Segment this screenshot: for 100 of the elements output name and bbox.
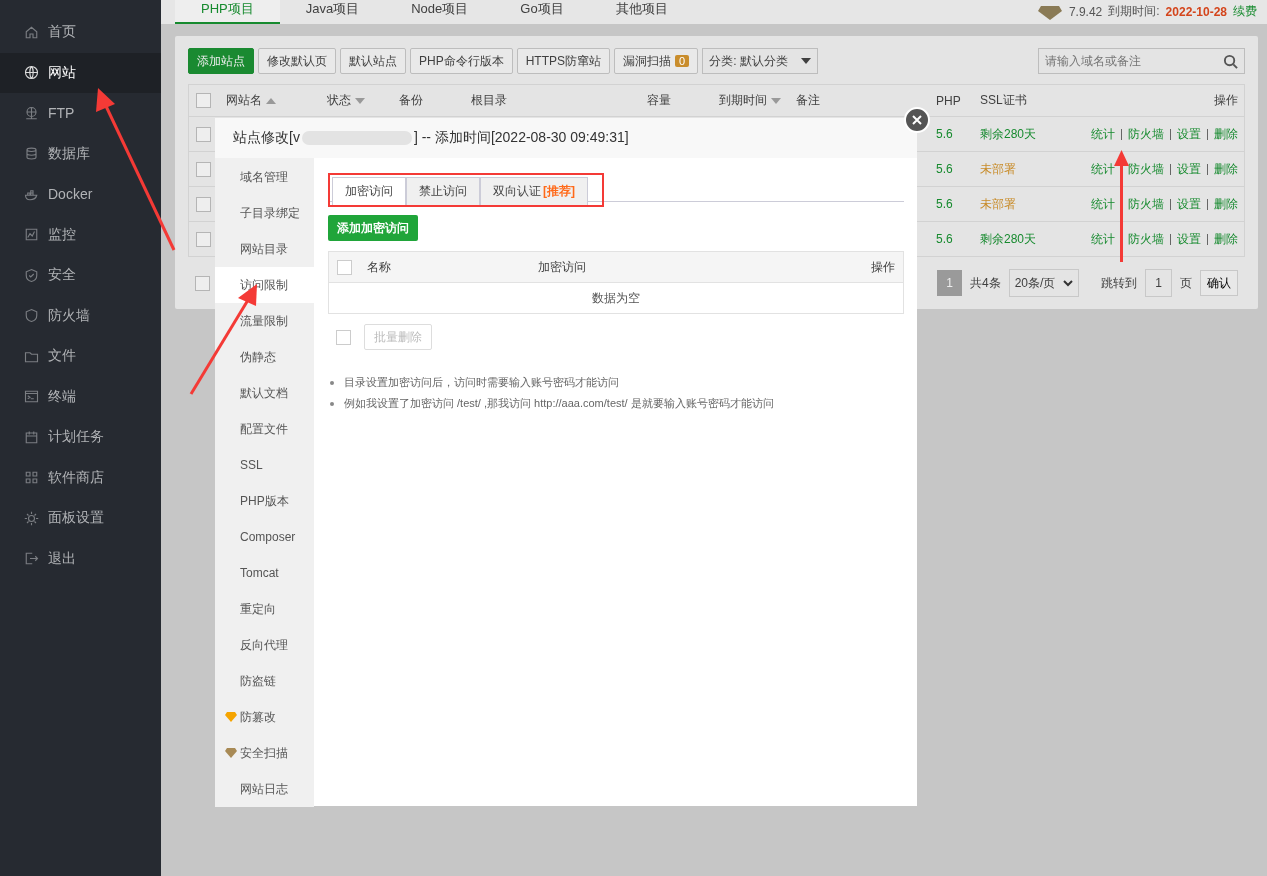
checkbox[interactable] (196, 161, 211, 177)
menu-icon (24, 146, 39, 162)
project-tab[interactable]: 其他项目 (589, 0, 694, 24)
toolbar-button[interactable]: PHP命令行版本 (410, 48, 513, 74)
sidebar-item[interactable]: 防火墙 (0, 295, 161, 336)
action-link[interactable]: 删除 (1214, 125, 1238, 143)
settings-menu-item[interactable]: Composer (215, 519, 314, 555)
menu-icon (24, 105, 39, 121)
page-size-select[interactable]: 20条/页 (1008, 269, 1080, 297)
settings-menu-item[interactable]: SSL (215, 447, 314, 483)
action-link[interactable]: 防火墙 (1128, 230, 1164, 248)
toolbar-button[interactable]: 漏洞扫描 0 (614, 48, 699, 74)
project-tab[interactable]: PHP项目 (175, 0, 280, 24)
action-link[interactable]: 删除 (1214, 160, 1238, 178)
sidebar-item[interactable]: 安全 (0, 255, 161, 296)
menu-icon (24, 470, 39, 486)
ssl-status[interactable]: 剩余280天 (980, 125, 1037, 143)
confirm-button[interactable]: 确认 (1200, 270, 1238, 296)
jump-label: 跳转到 (1101, 274, 1138, 292)
sidebar-item[interactable]: Docker (0, 174, 161, 215)
php-version[interactable]: 5.6 (936, 197, 953, 211)
page-input[interactable]: 1 (1145, 269, 1172, 297)
category-select[interactable]: 分类: 默认分类 (702, 48, 819, 74)
bullet-icon (330, 380, 334, 385)
action-link[interactable]: 统计 (1091, 160, 1115, 178)
settings-menu-item[interactable]: Tomcat (215, 555, 314, 591)
php-version[interactable]: 5.6 (936, 232, 953, 246)
settings-menu-item[interactable]: 重定向 (215, 591, 314, 627)
sidebar-item[interactable]: 首页 (0, 12, 161, 53)
action-link[interactable]: 设置 (1177, 160, 1201, 178)
bullet-icon (330, 401, 334, 406)
column-header: 名称 (367, 258, 392, 276)
action-link[interactable]: 统计 (1091, 125, 1115, 143)
tab[interactable]: 双向认证 [推荐] (480, 177, 588, 205)
menu-icon (24, 551, 39, 567)
project-tab[interactable]: Java项目 (279, 0, 386, 24)
hint-text: 目录设置加密访问后，访问时需要输入账号密码才能访问 (344, 375, 619, 390)
php-version[interactable]: 5.6 (936, 127, 953, 141)
tab[interactable]: 加密访问 (332, 177, 406, 205)
settings-menu-item[interactable]: 域名管理 (215, 159, 314, 195)
php-version[interactable]: 5.6 (936, 162, 953, 176)
sidebar-item[interactable]: 计划任务 (0, 417, 161, 458)
action-link[interactable]: 设置 (1177, 125, 1201, 143)
sidebar-item[interactable]: 终端 (0, 376, 161, 417)
renew-link[interactable]: 续费 (1233, 3, 1257, 20)
settings-menu-item[interactable]: 默认文档 (215, 375, 314, 411)
menu-icon (24, 308, 39, 324)
expiry-label: 到期时间: (1108, 3, 1160, 20)
sidebar-item[interactable]: 面板设置 (0, 498, 161, 539)
column-header: 备份 (399, 92, 423, 109)
settings-menu-item[interactable]: 防篡改 (215, 699, 314, 735)
sidebar-item[interactable]: 网站 (0, 52, 161, 93)
tab[interactable]: 禁止访问 (406, 177, 480, 205)
settings-menu-item[interactable]: 网站目录 (215, 231, 314, 267)
ssl-status[interactable]: 剩余280天 (980, 230, 1037, 248)
checkbox[interactable] (195, 275, 210, 291)
action-link[interactable]: 统计 (1091, 230, 1115, 248)
toolbar-button[interactable]: HTTPS防窜站 (516, 48, 611, 74)
settings-menu-item[interactable]: 伪静态 (215, 339, 314, 375)
action-link[interactable]: 防火墙 (1128, 195, 1164, 213)
column-header: 容量 (647, 92, 671, 109)
action-link[interactable]: 防火墙 (1128, 160, 1164, 178)
checkbox[interactable] (196, 126, 211, 142)
menu-icon (24, 510, 39, 526)
checkbox[interactable] (196, 231, 211, 247)
action-link[interactable]: 删除 (1214, 195, 1238, 213)
total-count: 共4条 (969, 274, 1001, 292)
settings-menu-item[interactable]: PHP版本 (215, 483, 314, 519)
column-header: 备注 (796, 92, 820, 109)
sidebar-item[interactable]: 软件商店 (0, 457, 161, 498)
project-tab[interactable]: Go项目 (494, 0, 590, 24)
settings-menu-item[interactable]: 安全扫描 (215, 735, 314, 771)
sidebar-item[interactable]: 监控 (0, 214, 161, 255)
menu-icon (24, 24, 39, 40)
checkbox[interactable] (196, 93, 211, 108)
settings-menu-item[interactable]: 子目录绑定 (215, 195, 314, 231)
settings-menu-item[interactable]: 防盗链 (215, 663, 314, 699)
sidebar-item[interactable]: 数据库 (0, 133, 161, 174)
action-link[interactable]: 防火墙 (1128, 125, 1164, 143)
checkbox[interactable] (337, 259, 352, 275)
sidebar-item[interactable]: 文件 (0, 336, 161, 377)
toolbar-button[interactable]: 修改默认页 (258, 48, 336, 74)
sidebar-item[interactable]: FTP (0, 93, 161, 134)
settings-menu-item[interactable]: 反向代理 (215, 627, 314, 663)
empty-message: 数据为空 (592, 289, 640, 307)
diamond-icon (225, 748, 237, 758)
action-link[interactable]: 设置 (1177, 230, 1201, 248)
settings-menu-item[interactable]: 网站日志 (215, 771, 314, 807)
toolbar-button[interactable]: 添加站点 (188, 48, 254, 74)
action-link[interactable]: 删除 (1214, 230, 1238, 248)
settings-menu-item[interactable]: 流量限制 (215, 303, 314, 339)
diamond-icon (225, 712, 237, 722)
sidebar-item[interactable]: 退出 (0, 538, 161, 579)
action-link[interactable]: 设置 (1177, 195, 1201, 213)
version-text: 7.9.42 (1068, 4, 1103, 19)
action-link[interactable]: 统计 (1091, 195, 1115, 213)
checkbox[interactable] (196, 196, 211, 212)
project-tab[interactable]: Node项目 (385, 0, 495, 24)
toolbar-button[interactable]: 默认站点 (340, 48, 406, 74)
settings-menu-item[interactable]: 配置文件 (215, 411, 314, 447)
